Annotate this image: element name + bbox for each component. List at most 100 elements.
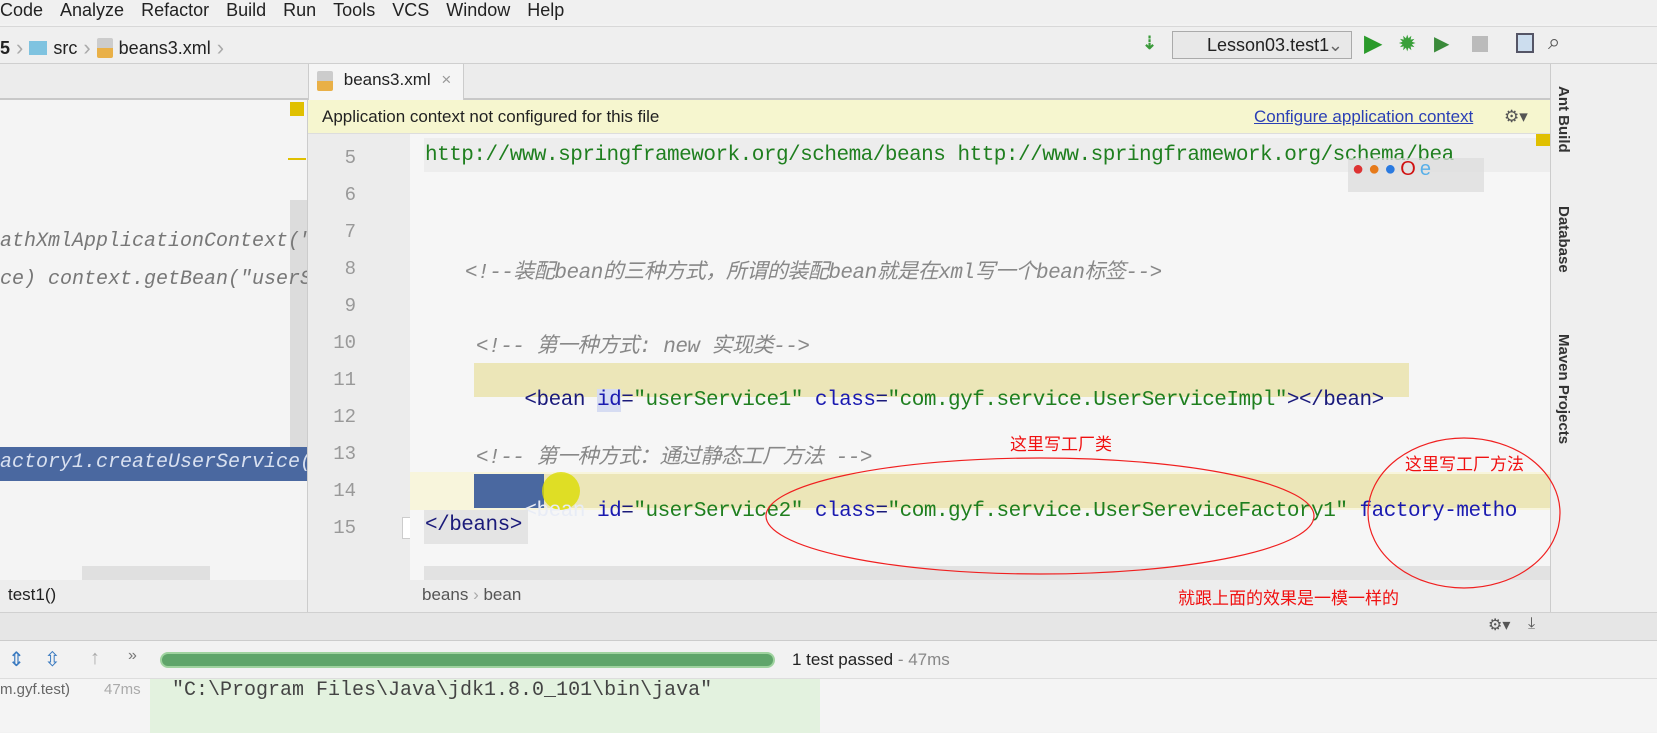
menu-bar: Code Analyze Refactor Build Run Tools VC… — [0, 0, 1657, 24]
menu-window[interactable]: Window — [446, 0, 510, 24]
code-line-13: <!-- 第一种方式：通过静态工厂方法 --> — [476, 447, 872, 470]
console-output[interactable]: "C:\Program Files\Java\jdk1.8.0_101\bin\… — [150, 679, 820, 733]
chevron-down-icon: ⌄ — [1327, 35, 1343, 55]
annotation-factory-method: 这里写工厂方法 — [1405, 455, 1524, 474]
line-number-gutter: 5 6 7 8 9 10 11 12 13 14 15 — [308, 134, 416, 580]
code-line-14: <bean id="userService2" class="com.gyf.s… — [524, 500, 1517, 523]
close-icon[interactable]: × — [441, 70, 451, 89]
crumb-beans[interactable]: beans — [422, 585, 468, 604]
annotation-same-effect: 就跟上面的效果是一模一样的 — [1178, 589, 1399, 608]
search-icon[interactable]: ⌕ — [1548, 29, 1560, 55]
left-breadcrumb: test1() — [0, 580, 308, 612]
folder-icon — [29, 41, 48, 55]
crumb-bean[interactable]: bean — [483, 585, 521, 604]
chevron-right-icon: › — [16, 35, 24, 60]
method-crumb[interactable]: test1() — [8, 585, 56, 604]
ie-icon[interactable]: e — [1420, 158, 1435, 180]
code-line: athXmlApplicationContext(" — [0, 230, 308, 253]
line-number: 14 — [333, 480, 356, 502]
opera-icon[interactable]: O — [1400, 158, 1420, 180]
code-line-8: <!--装配bean的三种方式，所谓的装配bean就是在xml写一个bean标签… — [465, 262, 1162, 285]
chrome-icon[interactable]: ● — [1352, 158, 1368, 180]
menu-analyze[interactable]: Analyze — [60, 0, 124, 24]
test-results-area: m.gyf.test) 47ms "C:\Program Files\Java\… — [0, 678, 1657, 733]
annotation-factory-class: 这里写工厂类 — [1010, 435, 1112, 454]
coverage-icon[interactable]: ▶ — [1434, 31, 1449, 56]
collapse-all-icon[interactable]: ⇳ — [44, 647, 61, 672]
editor-tab-bar: beans3.xml × — [0, 64, 1550, 100]
xml-file-icon — [317, 70, 333, 91]
code-line-11: <bean id="userService1" class="com.gyf.s… — [524, 389, 1384, 412]
code-line: ce) context.getBean("userS — [0, 268, 308, 291]
menu-vcs[interactable]: VCS — [392, 0, 429, 24]
line-number: 12 — [333, 406, 356, 428]
console-line: "C:\Program Files\Java\jdk1.8.0_101\bin\… — [172, 679, 713, 702]
left-editor-pane[interactable]: athXmlApplicationContext(" ce) context.g… — [0, 100, 308, 580]
run-configuration-select[interactable]: Lesson03.test1 ⌄ — [1172, 31, 1352, 59]
xml-file-icon — [96, 38, 113, 58]
database-tool[interactable]: Database — [1555, 206, 1572, 273]
test-runner-toolbar: ⇕ ⇳ ↑ » 1 test passed - 47ms — [0, 640, 1657, 678]
menu-build[interactable]: Build — [226, 0, 266, 24]
warning-marker-icon[interactable] — [290, 102, 304, 116]
chevron-right-icon: › — [216, 35, 225, 60]
line-number: 8 — [344, 258, 356, 280]
code-line-5: http://www.springframework.org/schema/be… — [425, 144, 1454, 167]
project-structure-icon[interactable] — [1516, 33, 1534, 53]
gear-icon[interactable]: ⚙▾ — [1504, 100, 1528, 134]
ant-build-tool[interactable]: Ant Build — [1555, 86, 1572, 153]
expand-all-icon[interactable]: ⇕ — [8, 647, 25, 672]
test-status: 1 test passed - 47ms — [792, 650, 950, 669]
code-editor[interactable]: http://www.springframework.org/schema/be… — [410, 134, 1550, 580]
debug-icon[interactable]: ✹ — [1398, 31, 1416, 57]
menu-help[interactable]: Help — [527, 0, 564, 24]
hide-icon[interactable]: ⤓ — [1528, 615, 1535, 633]
line-number: 13 — [333, 443, 356, 465]
horizontal-scrollbar[interactable] — [82, 566, 210, 580]
run-config-label: Lesson03.test1 — [1207, 35, 1330, 55]
safari-icon[interactable]: ● — [1384, 158, 1400, 180]
menu-tools[interactable]: Tools — [333, 0, 375, 24]
code-line-10: <!-- 第一种方式: new 实现类--> — [476, 336, 810, 359]
line-number: 6 — [344, 184, 356, 206]
stop-icon[interactable] — [1472, 36, 1488, 52]
breadcrumb-src[interactable]: src — [53, 38, 77, 59]
selected-code-line: actory1.createUserService( — [0, 447, 308, 481]
up-arrow-icon[interactable]: ↑ — [90, 647, 100, 670]
breadcrumb-project[interactable]: 5 — [0, 38, 10, 59]
notification-banner: Application context not configured for t… — [308, 100, 1550, 134]
code-line: actory1.createUserService( — [0, 451, 308, 474]
more-icon[interactable]: » — [128, 647, 137, 665]
tab-beans3-xml[interactable]: beans3.xml × — [308, 64, 464, 100]
panel-divider[interactable]: ⚙▾ ⤓ — [0, 612, 1657, 640]
gear-icon[interactable]: ⚙▾ — [1488, 615, 1510, 635]
change-marker-icon — [288, 158, 306, 160]
chevron-right-icon: › — [83, 35, 91, 60]
line-number: 11 — [333, 369, 356, 391]
line-number: 9 — [344, 295, 356, 317]
menu-code[interactable]: Code — [0, 0, 43, 24]
warning-marker-icon[interactable] — [1536, 134, 1550, 146]
test-tree-item[interactable]: m.gyf.test) — [0, 681, 70, 698]
line-number: 15 — [333, 517, 356, 539]
menu-refactor[interactable]: Refactor — [141, 0, 209, 24]
configure-context-link[interactable]: Configure application context — [1254, 100, 1473, 134]
horizontal-scrollbar[interactable] — [424, 566, 1550, 580]
notification-text: Application context not configured for t… — [322, 107, 660, 126]
test-time: 47ms — [104, 681, 141, 698]
breadcrumb-file[interactable]: beans3.xml — [119, 38, 211, 59]
sort-icon[interactable]: ⇣ — [1142, 33, 1157, 54]
firefox-icon[interactable]: ● — [1368, 158, 1384, 180]
run-icon[interactable]: ▶ — [1364, 29, 1382, 58]
test-progress-bar — [160, 652, 775, 668]
right-tool-strip: Ant Build Database Maven Projects — [1550, 64, 1657, 612]
menu-run[interactable]: Run — [283, 0, 316, 24]
code-line-15: </beans> — [425, 514, 522, 537]
browser-icons: ●●●Oe — [1348, 158, 1484, 192]
navigation-bar: 5 › src › beans3.xml › ⇣ Lesson03.test1 … — [0, 26, 1657, 64]
maven-projects-tool[interactable]: Maven Projects — [1555, 334, 1572, 444]
line-number: 5 — [344, 147, 356, 169]
tab-label: beans3.xml — [343, 70, 431, 89]
line-number: 10 — [333, 332, 356, 354]
breadcrumb: 5 › src › beans3.xml › — [0, 35, 230, 61]
